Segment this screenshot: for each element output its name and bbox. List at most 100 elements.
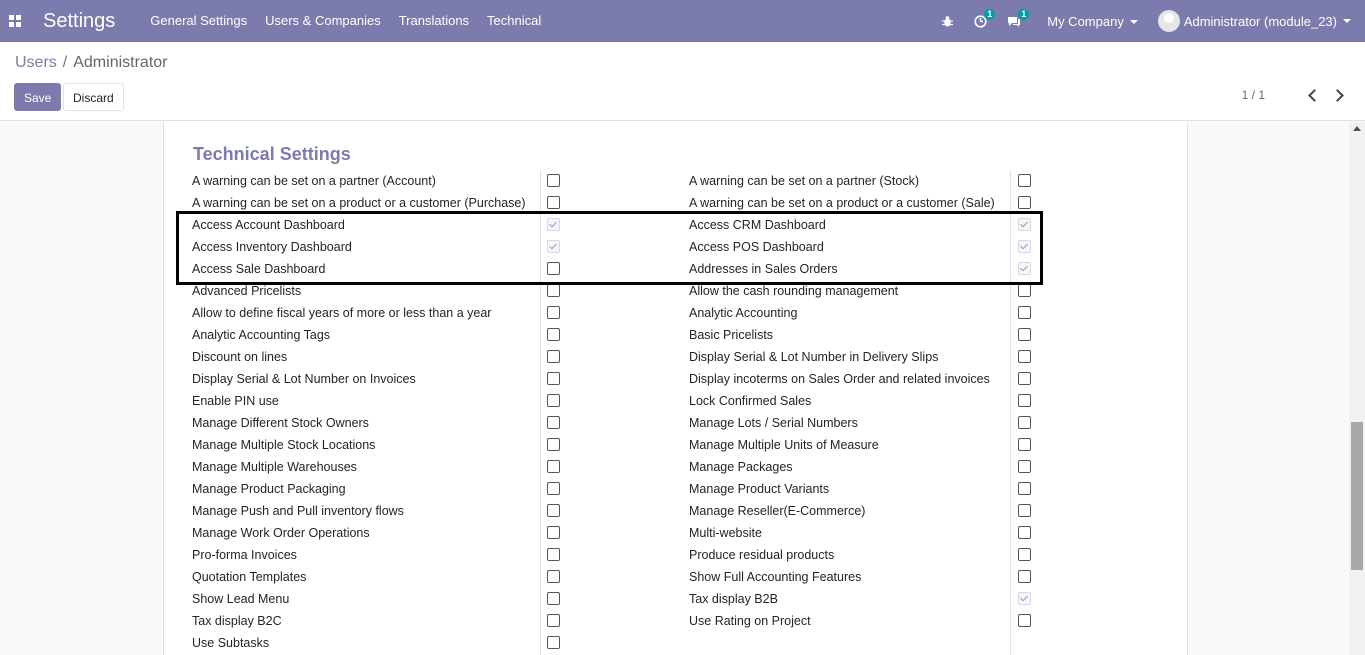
setting-checkbox[interactable]	[1018, 306, 1031, 319]
setting-label: Tax display B2C	[192, 614, 282, 628]
navbar-right: 1 1 My Company Administrator (module_23)	[931, 0, 1351, 42]
setting-checkbox[interactable]	[1018, 350, 1031, 363]
setting-label: Manage Lots / Serial Numbers	[689, 416, 858, 430]
setting-checkbox[interactable]	[1018, 570, 1031, 583]
setting-checkbox[interactable]	[547, 306, 560, 319]
setting-row: Pro-forma Invoices	[192, 544, 570, 566]
setting-checkbox[interactable]	[1018, 328, 1031, 341]
setting-label: Access Sale Dashboard	[192, 262, 326, 276]
setting-row: Manage Lots / Serial Numbers	[689, 412, 1034, 434]
setting-row: Show Lead Menu	[192, 588, 570, 610]
setting-checkbox[interactable]	[547, 592, 560, 605]
setting-checkbox[interactable]	[1018, 504, 1031, 517]
setting-checkbox[interactable]	[547, 570, 560, 583]
scroll-thumb[interactable]	[1351, 422, 1363, 570]
setting-row: Manage Reseller(E-Commerce)	[689, 500, 1034, 522]
setting-checkbox[interactable]	[1018, 196, 1031, 209]
chevron-left-icon[interactable]	[1307, 89, 1319, 101]
setting-checkbox[interactable]	[547, 636, 560, 649]
menu-users-companies[interactable]: Users & Companies	[256, 0, 390, 42]
setting-checkbox[interactable]	[547, 262, 560, 275]
pager-value[interactable]: 1 / 1	[1242, 88, 1265, 102]
messages-chat-icon[interactable]: 1	[1007, 8, 1030, 28]
setting-row: Access CRM Dashboard	[689, 214, 1034, 236]
setting-checkbox[interactable]	[547, 372, 560, 385]
setting-label: Use Rating on Project	[689, 614, 811, 628]
setting-label: Discount on lines	[192, 350, 288, 364]
setting-checkbox[interactable]	[1018, 284, 1031, 297]
menu-translations[interactable]: Translations	[390, 0, 478, 42]
setting-row: Show Full Accounting Features	[689, 566, 1034, 588]
company-switcher[interactable]: My Company	[1047, 14, 1138, 29]
setting-row: Produce residual products	[689, 544, 1034, 566]
user-name: Administrator (module_23)	[1183, 13, 1337, 29]
setting-row: A warning can be set on a product or a c…	[192, 192, 570, 214]
setting-checkbox[interactable]	[547, 284, 560, 297]
setting-label: A warning can be set on a product or a c…	[689, 196, 995, 210]
menu-technical[interactable]: Technical	[478, 0, 550, 42]
setting-checkbox[interactable]	[547, 614, 560, 627]
main-menu: General Settings Users & Companies Trans…	[141, 0, 550, 42]
setting-row: Access Account Dashboard	[192, 214, 570, 236]
chevron-right-icon[interactable]	[1333, 89, 1345, 101]
setting-checkbox[interactable]	[1018, 372, 1031, 385]
activity-clock-icon[interactable]: 1	[974, 8, 996, 28]
setting-checkbox[interactable]	[1018, 416, 1031, 429]
save-button[interactable]: Save	[14, 83, 62, 111]
app-title: Settings	[43, 9, 116, 32]
discard-button[interactable]: Discard	[63, 83, 124, 111]
setting-checkbox[interactable]	[1018, 262, 1031, 275]
setting-checkbox[interactable]	[547, 482, 560, 495]
setting-checkbox[interactable]	[547, 438, 560, 451]
setting-checkbox[interactable]	[547, 526, 560, 539]
debug-bug-icon[interactable]	[941, 15, 954, 28]
setting-checkbox[interactable]	[547, 548, 560, 561]
setting-checkbox[interactable]	[547, 218, 560, 231]
setting-label: Manage Packages	[689, 460, 793, 474]
setting-checkbox[interactable]	[1018, 218, 1031, 231]
setting-label: Access POS Dashboard	[689, 240, 824, 254]
setting-checkbox[interactable]	[547, 394, 560, 407]
setting-checkbox[interactable]	[547, 196, 560, 209]
setting-checkbox[interactable]	[1018, 174, 1031, 187]
setting-row: Use Subtasks	[192, 632, 570, 654]
setting-checkbox[interactable]	[1018, 240, 1031, 253]
setting-row: Tax display B2B	[689, 588, 1034, 610]
setting-checkbox[interactable]	[547, 350, 560, 363]
setting-label: Manage Different Stock Owners	[192, 416, 369, 430]
scroll-up-arrow-icon[interactable]	[1353, 126, 1361, 131]
setting-checkbox[interactable]	[1018, 548, 1031, 561]
setting-label: Manage Push and Pull inventory flows	[192, 504, 404, 518]
setting-row: Advanced Pricelists	[192, 280, 570, 302]
user-menu[interactable]: Administrator (module_23)	[1157, 10, 1351, 32]
control-panel: Users / Administrator Save Discard 1 / 1	[0, 42, 1365, 121]
setting-row: Allow the cash rounding management	[689, 280, 1034, 302]
apps-menu-icon[interactable]	[0, 0, 30, 42]
setting-row: Use Rating on Project	[689, 610, 1034, 632]
setting-checkbox[interactable]	[1018, 482, 1031, 495]
setting-checkbox[interactable]	[547, 174, 560, 187]
setting-label: Manage Multiple Units of Measure	[689, 438, 879, 452]
setting-checkbox[interactable]	[1018, 592, 1031, 605]
setting-checkbox[interactable]	[1018, 438, 1031, 451]
setting-checkbox[interactable]	[547, 328, 560, 341]
setting-checkbox[interactable]	[547, 240, 560, 253]
setting-label: Display Serial & Lot Number in Delivery …	[689, 350, 939, 364]
scrollbar[interactable]	[1349, 122, 1365, 655]
form-content: Technical Settings A warning can be set …	[0, 122, 1349, 655]
setting-checkbox[interactable]	[547, 504, 560, 517]
setting-row: Manage Multiple Stock Locations	[192, 434, 570, 456]
setting-checkbox[interactable]	[547, 460, 560, 473]
setting-checkbox[interactable]	[1018, 394, 1031, 407]
setting-checkbox[interactable]	[547, 416, 560, 429]
setting-row: Display Serial & Lot Number on Invoices	[192, 368, 570, 390]
setting-checkbox[interactable]	[1018, 614, 1031, 627]
setting-checkbox[interactable]	[1018, 526, 1031, 539]
menu-general-settings[interactable]: General Settings	[141, 0, 256, 42]
setting-row: Lock Confirmed Sales	[689, 390, 1034, 412]
setting-row: Allow to define fiscal years of more or …	[192, 302, 570, 324]
setting-label: Pro-forma Invoices	[192, 548, 297, 562]
setting-label: Manage Product Packaging	[192, 482, 346, 496]
setting-checkbox[interactable]	[1018, 460, 1031, 473]
breadcrumb-users-link[interactable]: Users	[15, 54, 57, 71]
